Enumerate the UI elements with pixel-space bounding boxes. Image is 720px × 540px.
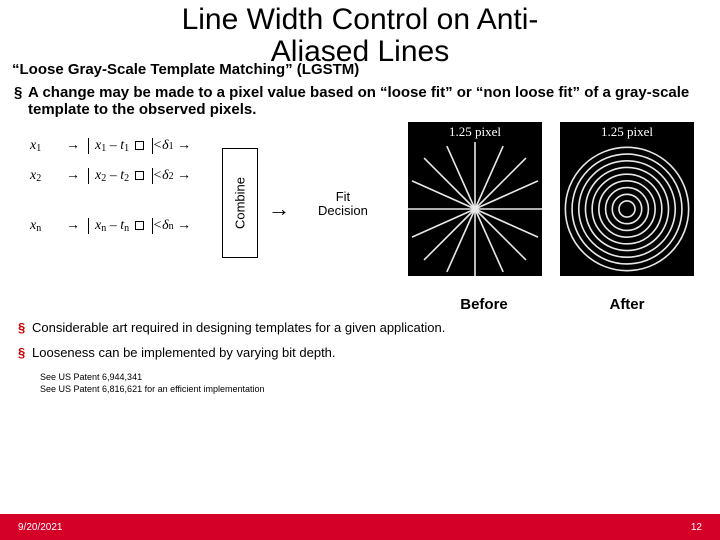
lt-n: < (153, 218, 162, 234)
body-area: x1 → x1 – t1 < δ1 → x2 → x2 – t2 < δ2 → … (0, 118, 720, 318)
arrow-2: → (66, 168, 88, 184)
combine-label: Combine (233, 177, 248, 229)
main-bullet-text: A change may be made to a pixel value ba… (28, 84, 692, 118)
arrow-nb: → (177, 218, 199, 234)
figure-before: 1.25 pixel (408, 122, 542, 276)
combine-box: Combine (222, 148, 258, 258)
main-bullet: § A change may be made to a pixel value … (0, 78, 720, 118)
bullet-looseness: § Looseness can be implemented by varyin… (18, 345, 692, 360)
slide-title: Line Width Control on Anti- Aliased Line… (0, 0, 720, 67)
patent-1: See US Patent 6,944,341 (40, 372, 720, 384)
arrow-1b: → (177, 138, 199, 154)
figure-row: 1.25 pixel 1.25 pixel (408, 122, 694, 276)
lt-1: < (153, 138, 162, 154)
caption-before: Before (408, 296, 560, 313)
figure-after: 1.25 pixel (560, 122, 694, 276)
patent-references: See US Patent 6,944,341 See US Patent 6,… (0, 372, 720, 395)
lt-2: < (153, 168, 162, 184)
abs-1: x1 – t1 (88, 138, 153, 154)
lower-bullets: § Considerable art required in designing… (0, 318, 720, 360)
abs-n: xn – tn (88, 218, 153, 234)
fit-line-2: Decision (318, 203, 368, 218)
figure-after-label: 1.25 pixel (560, 122, 694, 142)
abs-2: x2 – t2 (88, 168, 153, 184)
starburst-icon (408, 142, 542, 276)
formula-row-n: xn → xn – tn < δn → (30, 218, 199, 234)
bullet-looseness-text: Looseness can be implemented by varying … (32, 345, 336, 360)
sub-n: n (36, 223, 41, 234)
square-icon (135, 171, 144, 180)
fit-decision-label: Fit Decision (318, 190, 368, 219)
sub-2: 2 (36, 173, 41, 184)
square-icon (135, 221, 144, 230)
slide-footer: 9/20/2021 12 (0, 514, 720, 540)
bullet-marker-red: § (18, 320, 32, 335)
formula-row-2: x2 → x2 – t2 < δ2 → (30, 168, 199, 184)
formula-row-1: x1 → x1 – t1 < δ1 → (30, 138, 199, 154)
fit-arrow-icon: → (268, 196, 290, 222)
figure-before-image (408, 142, 542, 276)
figure-after-image (560, 142, 694, 276)
caption-after: After (560, 296, 694, 313)
footer-date: 9/20/2021 (18, 522, 63, 533)
bullet-art-text: Considerable art required in designing t… (32, 320, 445, 335)
footer-page-number: 12 (691, 522, 702, 533)
figure-before-label: 1.25 pixel (408, 122, 542, 142)
arrow-1: → (66, 138, 88, 154)
square-icon (135, 141, 144, 150)
slide: Line Width Control on Anti- Aliased Line… (0, 0, 720, 540)
bullet-marker-red: § (18, 345, 32, 360)
bullet-art: § Considerable art required in designing… (18, 320, 692, 335)
formula-block: x1 → x1 – t1 < δ1 → x2 → x2 – t2 < δ2 → … (30, 138, 199, 248)
rings-icon (560, 142, 694, 276)
patent-2: See US Patent 6,816,621 for an efficient… (40, 384, 720, 396)
sub-1: 1 (36, 143, 41, 154)
bullet-marker: § (14, 84, 28, 118)
figure-captions: Before After (408, 296, 694, 313)
fit-line-1: Fit (336, 189, 350, 204)
title-line-1: Line Width Control on Anti- (182, 3, 539, 36)
arrow-n: → (66, 218, 88, 234)
arrow-2b: → (177, 168, 199, 184)
